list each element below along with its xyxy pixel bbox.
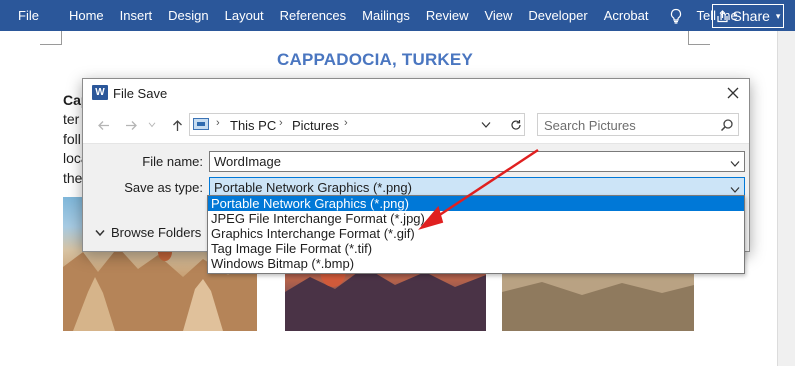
tab-mailings[interactable]: Mailings <box>354 0 418 31</box>
up-button[interactable] <box>169 117 185 133</box>
tab-references[interactable]: References <box>272 0 354 31</box>
file-type-option-tif[interactable]: Tag Image File Format (*.tif) <box>208 241 744 256</box>
chevron-down-icon <box>730 161 740 167</box>
crop-mark-top-left <box>40 31 62 45</box>
file-type-option-gif[interactable]: Graphics Interchange Format (*.gif) <box>208 226 744 241</box>
tab-acrobat[interactable]: Acrobat <box>596 0 657 31</box>
file-type-option-bmp[interactable]: Windows Bitmap (*.bmp) <box>208 256 744 271</box>
save-as-type-label: Save as type: <box>124 180 203 195</box>
search-icon[interactable] <box>720 118 734 132</box>
arrow-left-icon <box>97 120 109 130</box>
share-button[interactable]: Share ▾ <box>712 4 784 28</box>
browse-folders-toggle[interactable]: Browse Folders <box>95 225 201 240</box>
refresh-button[interactable] <box>507 113 525 136</box>
tab-layout[interactable]: Layout <box>217 0 272 31</box>
tab-developer[interactable]: Developer <box>520 0 595 31</box>
document-title: CAPPADOCIA, TURKEY <box>277 50 473 69</box>
file-type-option-jpg[interactable]: JPEG File Interchange Format (*.jpg) <box>208 211 744 226</box>
file-type-dropdown-list: Portable Network Graphics (*.png) JPEG F… <box>207 195 745 274</box>
chevron-down-icon: ▾ <box>775 10 781 21</box>
document-text-line: foll <box>63 131 81 147</box>
chevron-down-icon <box>95 229 105 236</box>
file-name-field[interactable]: WordImage <box>209 151 745 172</box>
tab-insert[interactable]: Insert <box>112 0 161 31</box>
address-dropdown-button[interactable] <box>480 118 492 132</box>
address-bar[interactable]: › This PC › Pictures › <box>189 113 509 136</box>
file-type-option-png[interactable]: Portable Network Graphics (*.png) <box>208 196 744 211</box>
back-button[interactable] <box>95 117 111 133</box>
share-icon <box>716 9 728 22</box>
arrow-right-icon <box>125 120 137 130</box>
chevron-down-icon <box>481 122 491 128</box>
browse-folders-label: Browse Folders <box>111 225 202 240</box>
file-name-value: WordImage <box>214 154 281 169</box>
file-name-dropdown-button[interactable] <box>730 156 740 167</box>
dialog-titlebar[interactable]: W File Save <box>83 79 749 107</box>
forward-button[interactable] <box>123 117 139 133</box>
arrow-up-icon <box>172 119 182 131</box>
dialog-title: File Save <box>113 86 168 101</box>
breadcrumb-this-pc[interactable]: This PC <box>230 118 276 133</box>
recent-locations-button[interactable] <box>147 117 157 133</box>
tab-review[interactable]: Review <box>418 0 477 31</box>
word-app-icon: W <box>92 85 108 100</box>
chevron-down-icon <box>148 122 156 128</box>
document-text-line: ter <box>63 111 80 127</box>
share-label: Share <box>732 8 770 24</box>
chevron-right-icon: › <box>216 117 220 129</box>
chevron-right-icon: › <box>344 117 348 129</box>
ribbon-bar: File Home Insert Design Layout Reference… <box>0 0 795 31</box>
navigation-bar: › This PC › Pictures › <box>83 107 749 143</box>
tab-design[interactable]: Design <box>160 0 216 31</box>
close-icon <box>727 87 739 99</box>
vertical-scrollbar[interactable] <box>777 31 795 366</box>
crop-mark-top-right <box>688 31 710 45</box>
chevron-down-icon <box>730 187 740 193</box>
tab-home[interactable]: Home <box>61 0 112 31</box>
breadcrumb-pictures[interactable]: Pictures <box>292 118 339 133</box>
refresh-icon <box>510 119 521 130</box>
document-text-line: the <box>63 170 83 186</box>
lightbulb-icon[interactable] <box>669 8 683 24</box>
file-name-label: File name: <box>142 154 203 169</box>
tab-file[interactable]: File <box>0 0 61 31</box>
tab-view[interactable]: View <box>476 0 520 31</box>
chevron-right-icon: › <box>279 117 283 129</box>
search-box[interactable] <box>537 113 739 136</box>
search-input[interactable] <box>544 117 714 133</box>
save-as-type-dropdown-button[interactable] <box>730 182 740 193</box>
close-button[interactable] <box>723 83 743 103</box>
this-pc-icon <box>193 118 209 130</box>
save-as-type-value: Portable Network Graphics (*.png) <box>214 180 412 195</box>
